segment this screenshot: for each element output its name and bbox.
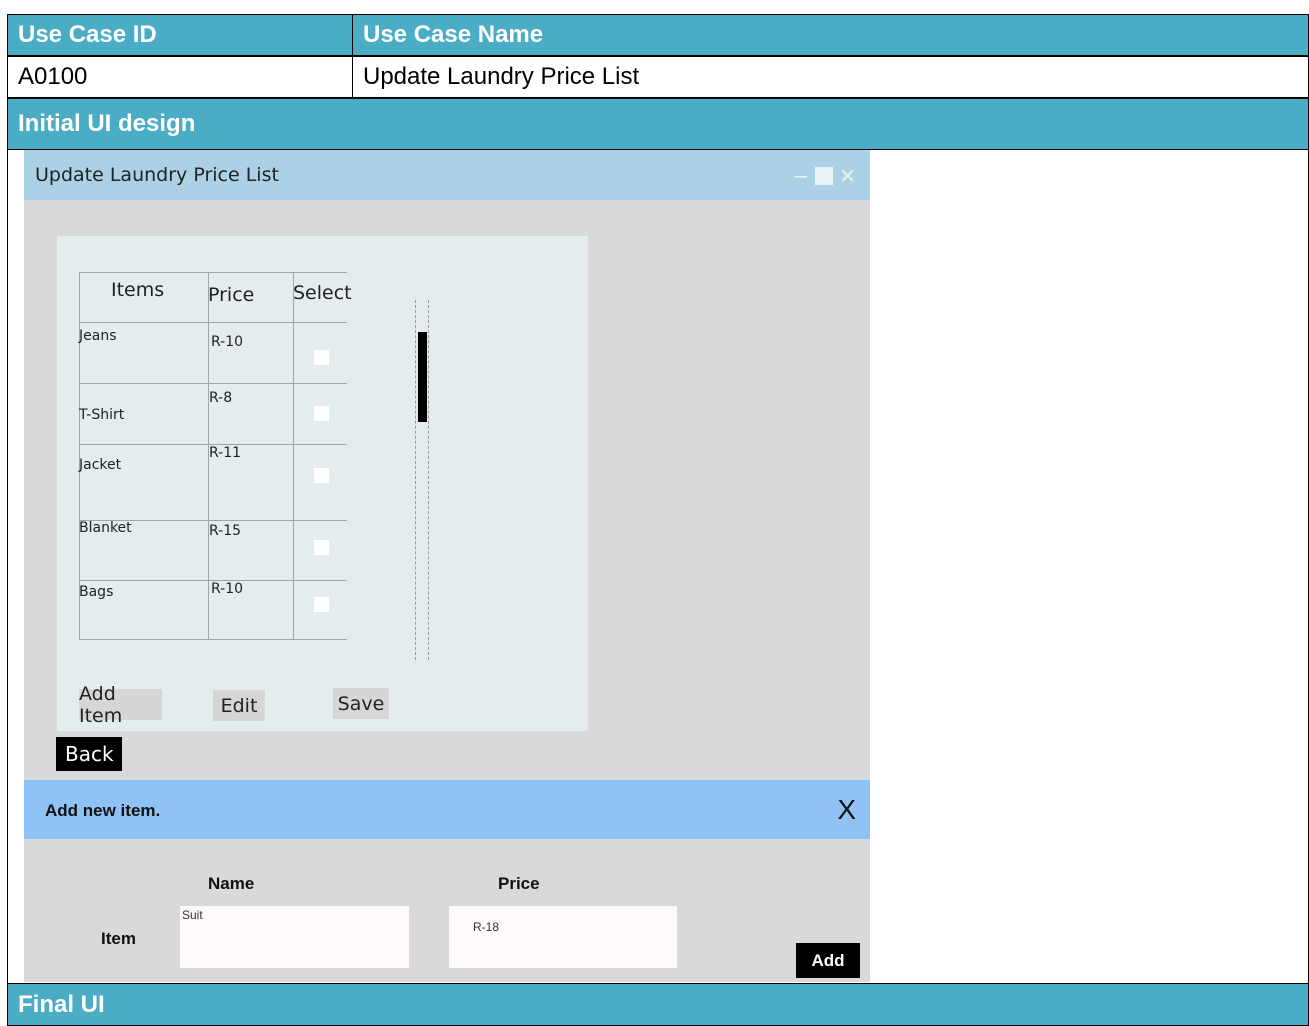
item-row-label: Item (101, 929, 136, 948)
edit-button[interactable]: Edit (213, 690, 265, 721)
column-header-select: Select (293, 282, 352, 304)
item-price-input[interactable]: R-18 (449, 906, 677, 968)
maximize-icon[interactable] (815, 167, 834, 185)
row-price: R-10 (211, 581, 244, 597)
column-header-items: Items (111, 279, 165, 301)
row-select-checkbox[interactable] (314, 468, 329, 483)
row-price: R-15 (209, 523, 242, 539)
row-item: Bags (79, 584, 114, 600)
use-case-row: A0100 Update Laundry Price List (7, 56, 1309, 98)
scrollbar-thumb[interactable] (418, 332, 427, 422)
initial-ui-cell: Update Laundry Price List − ✕ Items Pric… (7, 150, 1309, 983)
row-select-checkbox[interactable] (314, 540, 329, 555)
dialog-title-bar: Add new item. X (24, 780, 870, 839)
add-button[interactable]: Add (796, 943, 860, 978)
row-item: Blanket (79, 520, 132, 536)
price-column-label: Price (498, 874, 540, 893)
price-list-panel: Items Price Select Jeans R-10 T-Shirt R-… (57, 236, 588, 731)
section-initial-ui-label: Initial UI design (7, 98, 1309, 150)
row-select-checkbox[interactable] (314, 597, 329, 612)
minimize-icon[interactable]: − (792, 164, 809, 188)
row-item: Jeans (79, 328, 117, 344)
use-case-name-value: Update Laundry Price List (352, 56, 1309, 98)
name-column-label: Name (208, 874, 255, 893)
header-use-case-name: Use Case Name (352, 14, 1309, 56)
row-price: R-11 (209, 445, 242, 461)
dialog-title: Add new item. (45, 801, 161, 820)
window-title: Update Laundry Price List (35, 164, 279, 186)
window-controls: − ✕ (792, 164, 856, 188)
window-title-bar: Update Laundry Price List − ✕ (24, 150, 870, 200)
row-item: Jacket (79, 457, 122, 473)
row-price: R-10 (211, 334, 244, 350)
header-use-case-id: Use Case ID (7, 14, 353, 56)
back-button[interactable]: Back (56, 737, 122, 771)
row-price: R-8 (209, 390, 233, 406)
use-case-table: Use Case ID Use Case Name A0100 Update L… (7, 14, 1309, 1026)
close-icon[interactable]: ✕ (839, 164, 856, 188)
row-item: T-Shirt (79, 407, 125, 423)
save-button[interactable]: Save (333, 688, 389, 719)
section-final-ui: Final UI (7, 983, 1309, 1026)
item-name-input[interactable]: Suit (180, 906, 409, 968)
row-select-checkbox[interactable] (314, 350, 329, 365)
table-header-row: Use Case ID Use Case Name (7, 14, 1309, 56)
section-initial-ui: Initial UI design (7, 98, 1309, 150)
add-item-button[interactable]: Add Item (79, 683, 162, 727)
section-final-ui-label: Final UI (7, 983, 1309, 1026)
row-select-checkbox[interactable] (314, 406, 329, 421)
add-item-dialog: Add new item. X Name Price Item Suit R-1… (24, 780, 870, 982)
price-list-window: Update Laundry Price List − ✕ Items Pric… (24, 150, 870, 780)
close-icon[interactable]: X (837, 794, 856, 826)
use-case-id-value: A0100 (7, 56, 353, 98)
column-header-price: Price (208, 284, 255, 306)
